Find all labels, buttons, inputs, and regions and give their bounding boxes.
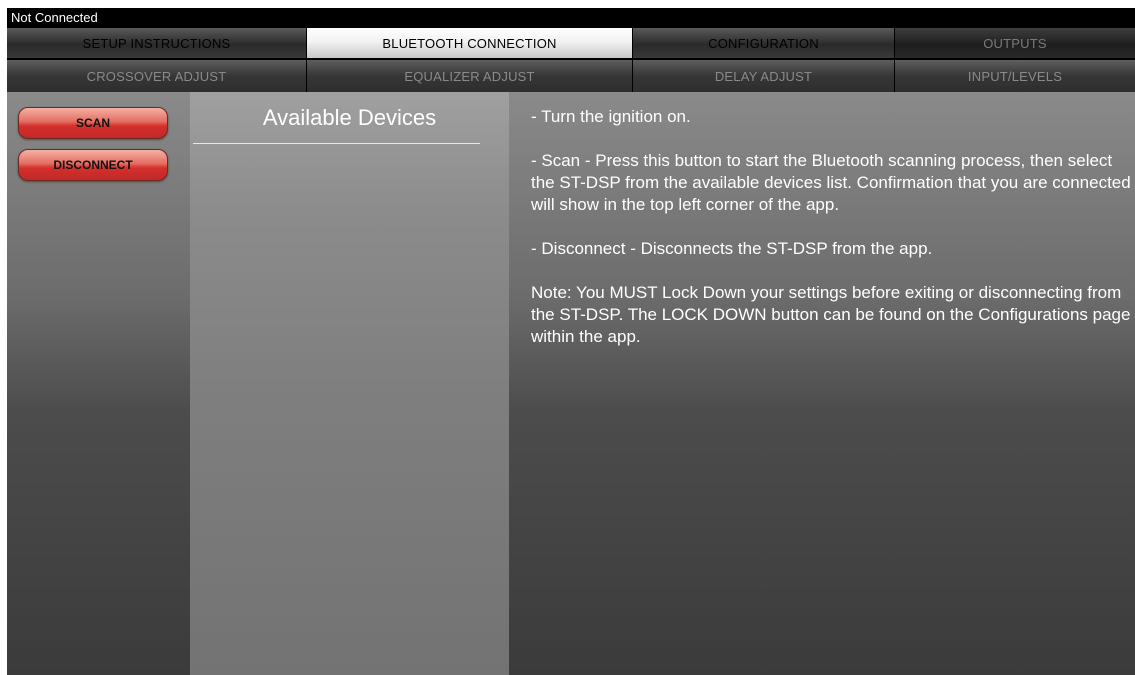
divider <box>193 143 480 144</box>
tab-crossover-adjust: CROSSOVER ADJUST <box>7 60 307 92</box>
scan-button[interactable]: SCAN <box>18 107 168 139</box>
tab-bluetooth-connection[interactable]: BLUETOOTH CONNECTION <box>307 28 633 58</box>
instruction-note: Note: You MUST Lock Down your settings b… <box>531 283 1131 346</box>
tab-setup-instructions[interactable]: SETUP INSTRUCTIONS <box>7 28 307 58</box>
tab-input-levels: INPUT/LEVELS <box>895 60 1135 92</box>
tab-configuration[interactable]: CONFIGURATION <box>633 28 895 58</box>
disconnect-button[interactable]: DISCONNECT <box>18 149 168 181</box>
instruction-ignition: - Turn the ignition on. <box>531 107 691 126</box>
main-content: SCAN DISCONNECT Available Devices - Turn… <box>7 92 1135 675</box>
instructions-text: - Turn the ignition on. - Scan - Press t… <box>531 106 1131 348</box>
tab-bar-primary: SETUP INSTRUCTIONS BLUETOOTH CONNECTION … <box>7 28 1135 58</box>
instruction-disconnect: - Disconnect - Disconnects the ST-DSP fr… <box>531 239 933 258</box>
connection-status: Not Connected <box>7 8 1135 28</box>
available-devices-panel: Available Devices <box>190 92 509 675</box>
tab-bar-secondary: CROSSOVER ADJUST EQUALIZER ADJUST DELAY … <box>7 60 1135 92</box>
tab-delay-adjust: DELAY ADJUST <box>633 60 895 92</box>
available-devices-title: Available Devices <box>262 105 437 130</box>
device-list[interactable] <box>190 145 509 673</box>
tab-equalizer-adjust: EQUALIZER ADJUST <box>307 60 633 92</box>
tab-outputs: OUTPUTS <box>895 28 1135 58</box>
instruction-scan: - Scan - Press this button to start the … <box>531 151 1131 214</box>
app-window: Not Connected SETUP INSTRUCTIONS BLUETOO… <box>7 8 1135 675</box>
